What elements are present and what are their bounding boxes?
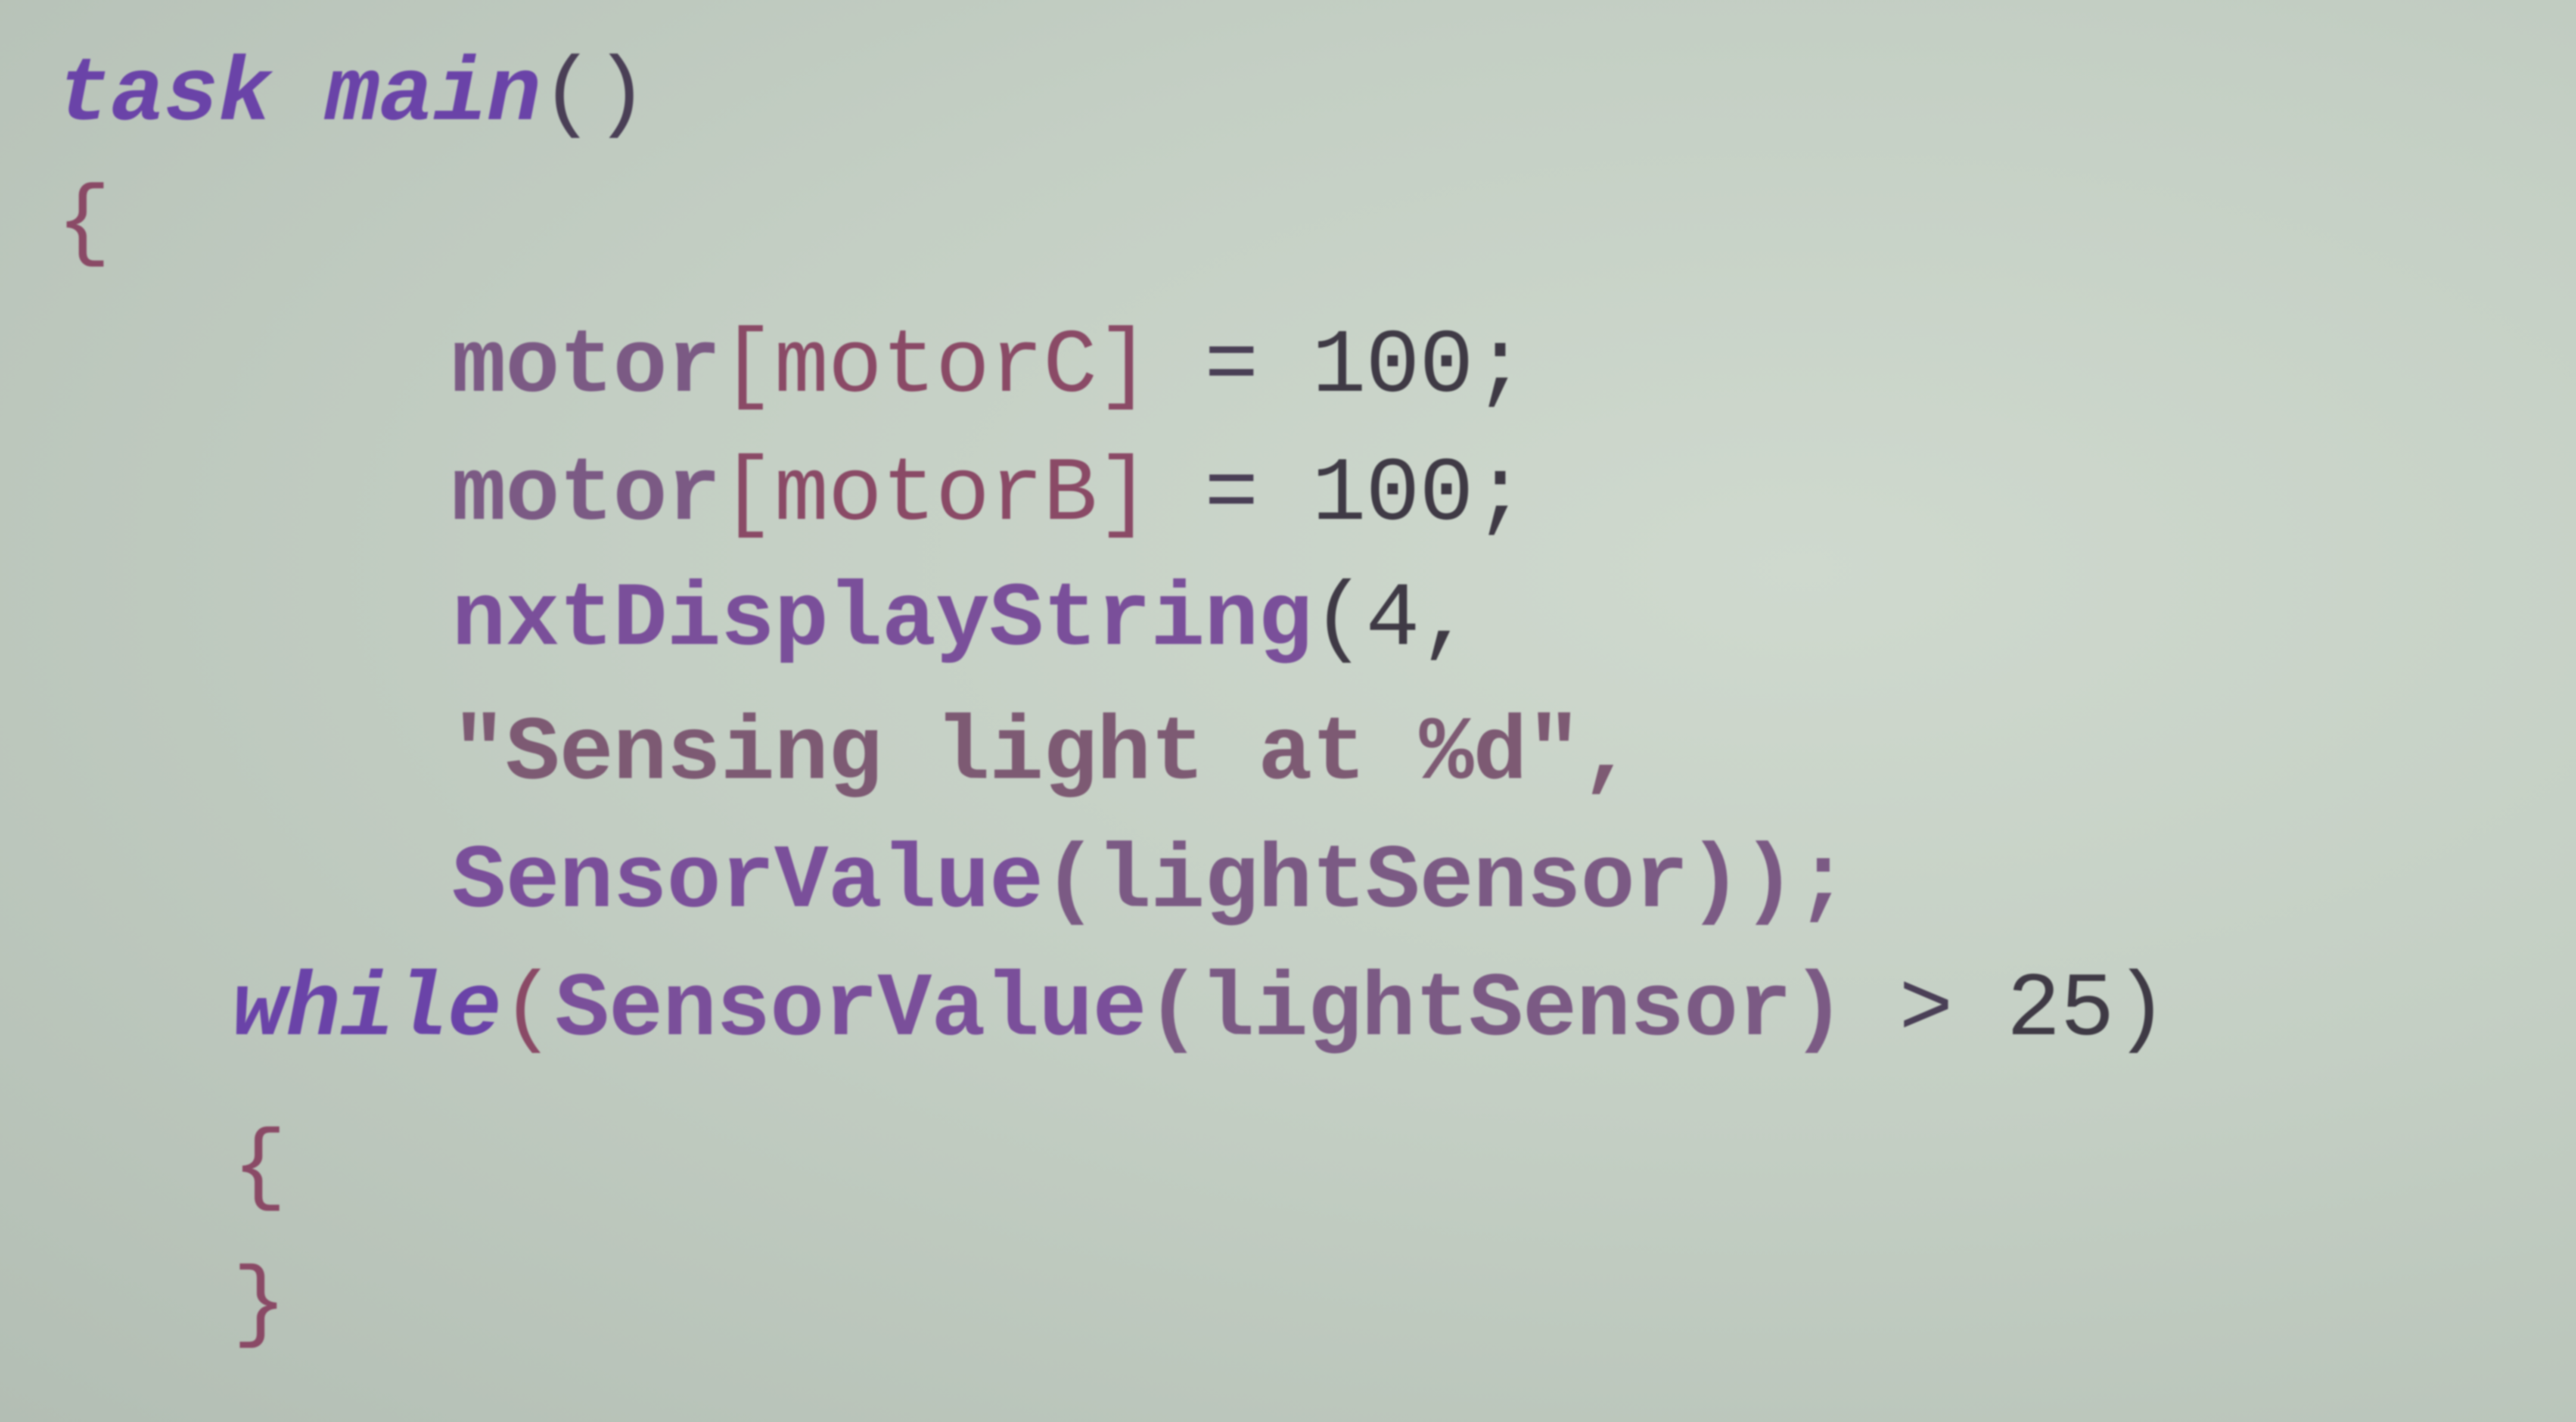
number-value: 100; [1312,443,1527,546]
greater-than-operator: > [1898,959,1953,1062]
string-literal: "Sensing light at %d", [452,702,1635,805]
assign-operator: = [1204,443,1259,546]
code-line-string-literal: "Sensing light at %d", [452,709,1635,799]
code-line-open-brace: { [57,179,111,269]
args-light-sensor: (lightSensor) [1146,959,1846,1062]
open-brace: { [57,172,111,275]
index-motor-c: [motorC] [720,315,1151,418]
function-name-main: main [325,43,541,147]
code-line-task-main: task main() [57,50,648,141]
code-line-while: while(SensorValue(lightSensor) > 25) [232,965,2168,1056]
args-open: (4, [1312,568,1474,671]
code-line-while-open-brace: { [232,1123,287,1213]
index-motor-b: [motorB] [720,443,1151,546]
args-light-sensor: (lightSensor)); [1043,830,1850,934]
code-line-sensor-value: SensorValue(lightSensor)); [452,837,1850,928]
paren-open: ( [501,959,555,1062]
open-brace: { [232,1116,287,1219]
code-line-display-string: nxtDisplayString(4, [452,575,1474,665]
threshold-value: 25) [2006,959,2168,1062]
function-sensor-value: SensorValue [452,830,1043,934]
keyword-while: while [232,959,502,1062]
close-brace: } [232,1253,287,1356]
function-sensor-value: SensorValue [555,959,1146,1062]
number-value: 100; [1312,315,1527,418]
code-line-motor-c: motor[motorC] = 100; [452,322,1527,412]
function-nxt-display-string: nxtDisplayString [452,568,1312,671]
identifier-motor: motor [452,443,721,546]
keyword-task: task [57,43,272,147]
paren-empty: () [540,43,648,147]
identifier-motor: motor [452,315,721,418]
code-line-while-close-brace: } [232,1260,287,1351]
code-editor: task main() { motor[motorC] = 100; motor… [0,0,2576,1422]
assign-operator: = [1204,315,1259,418]
code-line-motor-b: motor[motorB] = 100; [452,450,1527,540]
